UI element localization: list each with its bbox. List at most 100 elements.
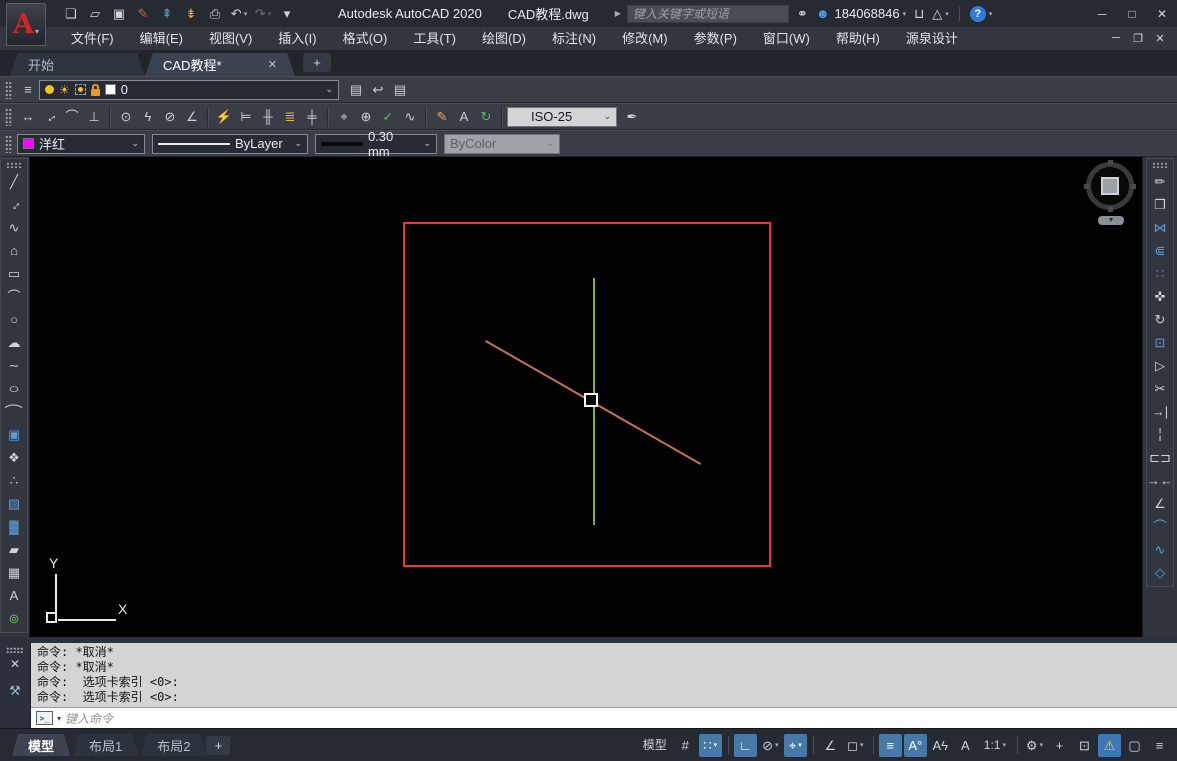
workspace-gear-icon[interactable]: ⚙ ▾: [1023, 734, 1046, 757]
viewcube-menu-pill[interactable]: ▼: [1098, 216, 1124, 225]
arc-length-icon[interactable]: ⌒: [61, 106, 83, 128]
dim-text-edit-icon[interactable]: A: [453, 106, 475, 128]
command-drag-handle[interactable]: [6, 647, 24, 653]
dim-break-icon[interactable]: ╪: [301, 106, 323, 128]
layout-tab-layout1[interactable]: 布局1: [73, 734, 138, 756]
osnap-icon[interactable]: ⌖ ▾: [783, 733, 807, 757]
continue-dim-icon[interactable]: ╫: [257, 106, 279, 128]
dim-jogline-icon[interactable]: ∿: [399, 106, 421, 128]
toolbar-drag-handle[interactable]: [5, 80, 12, 99]
add-selected-icon[interactable]: ⊚: [1, 607, 27, 630]
ordinate-icon[interactable]: ⊥: [83, 106, 105, 128]
model-space-button[interactable]: 模型: [638, 734, 672, 757]
command-input-placeholder[interactable]: 键入命令: [65, 710, 113, 727]
doc-close-button[interactable]: ✕: [1149, 32, 1171, 45]
menu-item[interactable]: 视图(V): [196, 27, 265, 50]
command-close-icon[interactable]: ✕: [10, 658, 20, 670]
trim-icon[interactable]: ✂: [1147, 377, 1173, 400]
extend-icon[interactable]: →|: [1147, 400, 1173, 423]
menu-item[interactable]: 编辑(E): [127, 27, 196, 50]
auto-annotation-scale-icon[interactable]: Aϟ: [929, 734, 952, 757]
spline-icon[interactable]: ∼: [1, 354, 27, 377]
region-icon[interactable]: ▰: [1, 538, 27, 561]
lineweight-dropdown[interactable]: 0.30 mm ⌄: [315, 129, 437, 159]
radius-icon[interactable]: ⊙: [115, 106, 137, 128]
help-dropdown-icon[interactable]: ▾: [989, 10, 993, 18]
linetype-dropdown[interactable]: ByLayer ⌄: [152, 133, 308, 154]
layer-control-dropdown[interactable]: ☀ 0 ⌄: [39, 79, 339, 100]
menu-item[interactable]: 标注(N): [539, 27, 609, 50]
center-mark-icon[interactable]: ⊕: [355, 106, 377, 128]
redo-icon[interactable]: ↷ ▾: [252, 3, 274, 25]
a360-icon[interactable]: △: [932, 6, 942, 22]
jogged-icon[interactable]: ϟ: [137, 106, 159, 128]
insert-block-icon[interactable]: ▣: [1, 423, 27, 446]
isodraft-icon[interactable]: ∠: [819, 734, 842, 757]
dim-space-icon[interactable]: ≣: [279, 106, 301, 128]
dim-style-dropdown[interactable]: ISO-25 ⌄: [507, 106, 617, 127]
drawing-canvas[interactable]: ▼ Y X: [30, 157, 1142, 637]
toolbar-drag-handle[interactable]: [1152, 162, 1168, 168]
new-file-icon[interactable]: ❏: [60, 3, 82, 25]
ellipse-icon[interactable]: ○: [1, 377, 27, 400]
layer-states-manager-icon[interactable]: ▤: [389, 79, 411, 101]
menu-item[interactable]: 绘图(D): [469, 27, 539, 50]
toolbar-drag-handle[interactable]: [6, 162, 22, 168]
command-history[interactable]: 命令: *取消* 命令: *取消* 命令: 选项卡索引 <0>: 命令: 选项卡索引 …: [31, 643, 1177, 707]
search-expand-icon[interactable]: ▶: [615, 9, 621, 18]
layer-properties-manager-icon[interactable]: ≡: [17, 79, 39, 101]
gradient-icon[interactable]: ▓: [1, 515, 27, 538]
doc-restore-button[interactable]: ❐: [1127, 32, 1149, 45]
new-tab-button[interactable]: +: [303, 52, 331, 72]
mirror-icon[interactable]: ⋈: [1147, 216, 1173, 239]
quick-dim-icon[interactable]: ⚡: [213, 106, 235, 128]
construction-line-icon[interactable]: ↔: [1, 193, 27, 216]
aligned-dimension-icon[interactable]: ↔: [39, 106, 61, 128]
doc-minimize-button[interactable]: ─: [1105, 32, 1127, 45]
command-customize-wrench-icon[interactable]: ⚒: [9, 683, 21, 699]
dim-edit-icon[interactable]: ✎: [431, 106, 453, 128]
break-icon[interactable]: ⊏⊐: [1147, 446, 1173, 469]
rotate-icon[interactable]: ↻: [1147, 308, 1173, 331]
open-file-icon[interactable]: ▱: [84, 3, 106, 25]
point-icon[interactable]: ∴: [1, 469, 27, 492]
polygon-icon[interactable]: ⌂: [1, 239, 27, 262]
chamfer-icon[interactable]: ∠: [1147, 492, 1173, 515]
layer-previous-icon[interactable]: ↩: [367, 79, 389, 101]
menu-item[interactable]: 格式(O): [330, 27, 401, 50]
menu-item[interactable]: 修改(M): [609, 27, 681, 50]
polyline-icon[interactable]: ∿: [1, 216, 27, 239]
layout-tab-layout2[interactable]: 布局2: [141, 734, 206, 756]
viewcube-ring[interactable]: [1084, 160, 1136, 212]
break-at-point-icon[interactable]: ╎: [1147, 423, 1173, 446]
dim-inspect-icon[interactable]: ✓: [377, 106, 399, 128]
menu-item[interactable]: 窗口(W): [750, 27, 823, 50]
join-icon[interactable]: →←: [1147, 469, 1173, 492]
search-input[interactable]: [626, 4, 789, 23]
layout-tab-model[interactable]: 模型: [12, 734, 70, 756]
polar-tracking-icon[interactable]: ⊘ ▾: [759, 734, 782, 757]
line-icon[interactable]: ╱: [1, 170, 27, 193]
revision-cloud-icon[interactable]: ☁: [1, 331, 27, 354]
command-input-row[interactable]: >_ ▾ 键入命令: [31, 707, 1177, 728]
mtext-icon[interactable]: A: [1, 584, 27, 607]
plot-icon[interactable]: ⎙: [204, 3, 226, 25]
cart-icon[interactable]: ⊔: [914, 6, 924, 22]
a360-dropdown-icon[interactable]: ▾: [945, 10, 949, 18]
open-web-mobile-icon[interactable]: ⇞: [156, 3, 178, 25]
close-button[interactable]: ✕: [1147, 2, 1177, 26]
annotation-visibility-icon[interactable]: A°: [903, 733, 927, 757]
help-icon[interactable]: ?: [969, 5, 986, 22]
menu-item[interactable]: 工具(T): [400, 27, 469, 50]
snap-icon[interactable]: ∷ ▾: [698, 733, 722, 757]
menu-item[interactable]: 源泉设计: [893, 27, 971, 50]
scale-icon[interactable]: ⊡: [1147, 331, 1173, 354]
autocad-logo[interactable]: A ▾: [6, 3, 46, 46]
diameter-icon[interactable]: ⊘: [159, 106, 181, 128]
offset-icon[interactable]: ⋐: [1147, 239, 1173, 262]
annotation-scale-value[interactable]: 1:1 ▾: [979, 734, 1011, 757]
menu-item[interactable]: 帮助(H): [823, 27, 893, 50]
user-dropdown-icon[interactable]: ▾: [903, 10, 907, 18]
otrack-icon[interactable]: ◻ ▾: [844, 734, 867, 757]
tab-close-icon[interactable]: ✕: [268, 58, 277, 71]
